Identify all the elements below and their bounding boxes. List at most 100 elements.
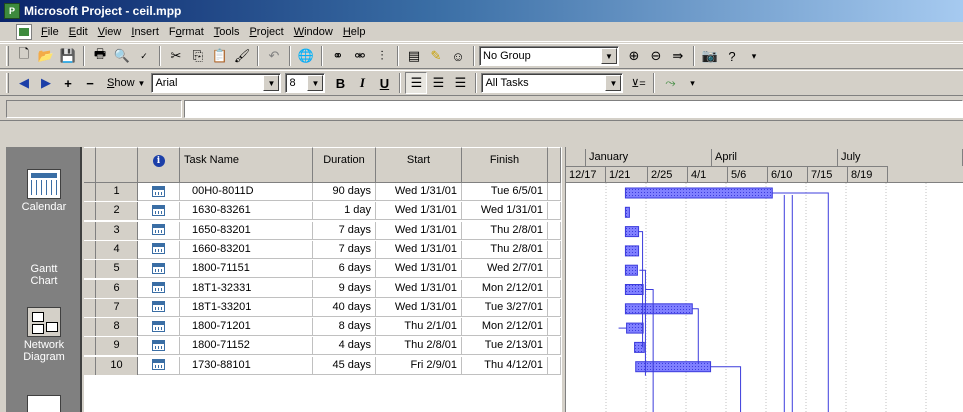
- extra-cell[interactable]: [548, 337, 561, 356]
- task-indicator[interactable]: [138, 337, 180, 356]
- open-folder-icon[interactable]: 📂: [35, 45, 57, 67]
- start-cell[interactable]: Thu 2/8/01: [376, 337, 462, 356]
- task-indicator[interactable]: [138, 240, 180, 259]
- select-all-corner[interactable]: [84, 147, 96, 183]
- split-task-icon[interactable]: ⫶: [371, 45, 393, 67]
- extra-cell[interactable]: [548, 279, 561, 298]
- bold-button[interactable]: B: [329, 72, 351, 94]
- align-center-icon[interactable]: ☰: [427, 72, 449, 94]
- duration-cell[interactable]: 7 days: [313, 221, 376, 240]
- duration-cell[interactable]: 45 days: [313, 356, 376, 375]
- new-file-icon[interactable]: 🗋: [13, 45, 35, 67]
- task-name-cell[interactable]: 1650-83201: [180, 221, 313, 240]
- view-calendar[interactable]: Calendar: [6, 169, 82, 213]
- start-cell[interactable]: Wed 1/31/01: [376, 298, 462, 317]
- task-name-cell[interactable]: 00H0-8011D: [180, 183, 313, 201]
- menu-window[interactable]: Window: [289, 23, 338, 41]
- task-name-cell[interactable]: 18T1-32331: [180, 279, 313, 298]
- menu-edit[interactable]: Edit: [64, 23, 93, 41]
- task-indicator[interactable]: [138, 221, 180, 240]
- task-indicator[interactable]: [138, 202, 180, 221]
- save-icon[interactable]: 💾: [57, 45, 79, 67]
- font-size-select[interactable]: 8 ▼: [285, 73, 326, 93]
- menu-help[interactable]: Help: [338, 23, 371, 41]
- start-cell[interactable]: Wed 1/31/01: [376, 202, 462, 221]
- print-icon[interactable]: 🖶: [89, 45, 111, 67]
- column-header-start[interactable]: Start: [376, 147, 462, 183]
- finish-cell[interactable]: Thu 4/12/01: [462, 356, 548, 375]
- finish-cell[interactable]: Tue 3/27/01: [462, 298, 548, 317]
- task-bar[interactable]: [624, 264, 638, 276]
- table-row[interactable]: 4 1660-83201 7 days Wed 1/31/01 Thu 2/8/01: [84, 240, 561, 259]
- filter-select[interactable]: All Tasks ▼: [481, 73, 624, 93]
- task-bar[interactable]: [624, 206, 630, 218]
- arrow-right-icon[interactable]: ▶: [35, 72, 57, 94]
- row-selector[interactable]: [84, 298, 96, 317]
- task-indicator[interactable]: [138, 183, 180, 201]
- table-row[interactable]: 2 1630-83261 1 day Wed 1/31/01 Wed 1/31/01: [84, 202, 561, 221]
- task-bar[interactable]: [624, 245, 640, 257]
- chevron-down-icon[interactable]: ▼: [263, 75, 280, 91]
- menu-tools[interactable]: Tools: [209, 23, 245, 41]
- plus-icon[interactable]: +: [57, 72, 79, 94]
- table-row[interactable]: 9 1800-71152 4 days Thu 2/8/01 Tue 2/13/01: [84, 337, 561, 356]
- link-tasks-icon[interactable]: ⚭: [327, 45, 349, 67]
- gantt-chart-wizard-icon[interactable]: ⤳: [659, 72, 681, 94]
- start-cell[interactable]: Wed 1/31/01: [376, 183, 462, 201]
- table-row[interactable]: 1 00H0-8011D 90 days Wed 1/31/01 Tue 6/5/01: [84, 183, 561, 201]
- row-selector[interactable]: [84, 240, 96, 259]
- duration-cell[interactable]: 6 days: [313, 260, 376, 279]
- task-id[interactable]: 1: [96, 183, 138, 201]
- underline-button[interactable]: U: [373, 72, 395, 94]
- finish-cell[interactable]: Tue 6/5/01: [462, 183, 548, 201]
- row-selector[interactable]: [84, 337, 96, 356]
- extra-cell[interactable]: [548, 240, 561, 259]
- finish-cell[interactable]: Wed 1/31/01: [462, 202, 548, 221]
- task-indicator[interactable]: [138, 356, 180, 375]
- menu-project[interactable]: Project: [244, 23, 288, 41]
- duration-cell[interactable]: 8 days: [313, 318, 376, 337]
- task-id[interactable]: 7: [96, 298, 138, 317]
- task-bar[interactable]: [635, 361, 712, 373]
- font-select[interactable]: Arial ▼: [151, 73, 282, 93]
- duration-cell[interactable]: 1 day: [313, 202, 376, 221]
- row-selector[interactable]: [84, 183, 96, 201]
- zoom-out-icon[interactable]: ⊖: [645, 45, 667, 67]
- chevron-down-icon[interactable]: ▼: [307, 75, 324, 91]
- extra-cell[interactable]: [548, 318, 561, 337]
- task-information-icon[interactable]: ▤: [403, 45, 425, 67]
- table-row[interactable]: 6 18T1-32331 9 days Wed 1/31/01 Mon 2/12/01: [84, 279, 561, 298]
- task-name-cell[interactable]: 1660-83201: [180, 240, 313, 259]
- column-header-id[interactable]: [96, 147, 138, 183]
- column-header-duration[interactable]: Duration: [313, 147, 376, 183]
- paste-icon[interactable]: 📋: [209, 45, 231, 67]
- finish-cell[interactable]: Tue 2/13/01: [462, 337, 548, 356]
- row-selector[interactable]: [84, 318, 96, 337]
- duration-cell[interactable]: 90 days: [313, 183, 376, 201]
- extra-cell[interactable]: [548, 260, 561, 279]
- finish-cell[interactable]: Mon 2/12/01: [462, 318, 548, 337]
- show-outline-button[interactable]: Show ▼: [101, 77, 151, 89]
- assign-resources-icon[interactable]: ☺: [447, 45, 469, 67]
- menu-insert[interactable]: Insert: [126, 23, 164, 41]
- align-right-icon[interactable]: ☰: [449, 72, 471, 94]
- task-id[interactable]: 8: [96, 318, 138, 337]
- task-notes-icon[interactable]: ✎: [425, 45, 447, 67]
- start-cell[interactable]: Wed 1/31/01: [376, 221, 462, 240]
- undo-icon[interactable]: ↶: [263, 45, 285, 67]
- task-bar[interactable]: [624, 226, 640, 238]
- table-row[interactable]: 10 1730-88101 45 days Fri 2/9/01 Thu 4/12/01: [84, 356, 561, 375]
- row-selector[interactable]: [84, 202, 96, 221]
- duration-cell[interactable]: 9 days: [313, 279, 376, 298]
- task-indicator[interactable]: [138, 279, 180, 298]
- task-name-cell[interactable]: 1800-71201: [180, 318, 313, 337]
- task-id[interactable]: 3: [96, 221, 138, 240]
- task-name-cell[interactable]: 1630-83261: [180, 202, 313, 221]
- start-cell[interactable]: Fri 2/9/01: [376, 356, 462, 375]
- task-id[interactable]: 6: [96, 279, 138, 298]
- task-name-cell[interactable]: 1730-88101: [180, 356, 313, 375]
- unlink-tasks-icon[interactable]: ⚮: [349, 45, 371, 67]
- table-row[interactable]: 3 1650-83201 7 days Wed 1/31/01 Thu 2/8/01: [84, 221, 561, 240]
- toolbar-grip[interactable]: [6, 73, 9, 93]
- extra-cell[interactable]: [548, 183, 561, 201]
